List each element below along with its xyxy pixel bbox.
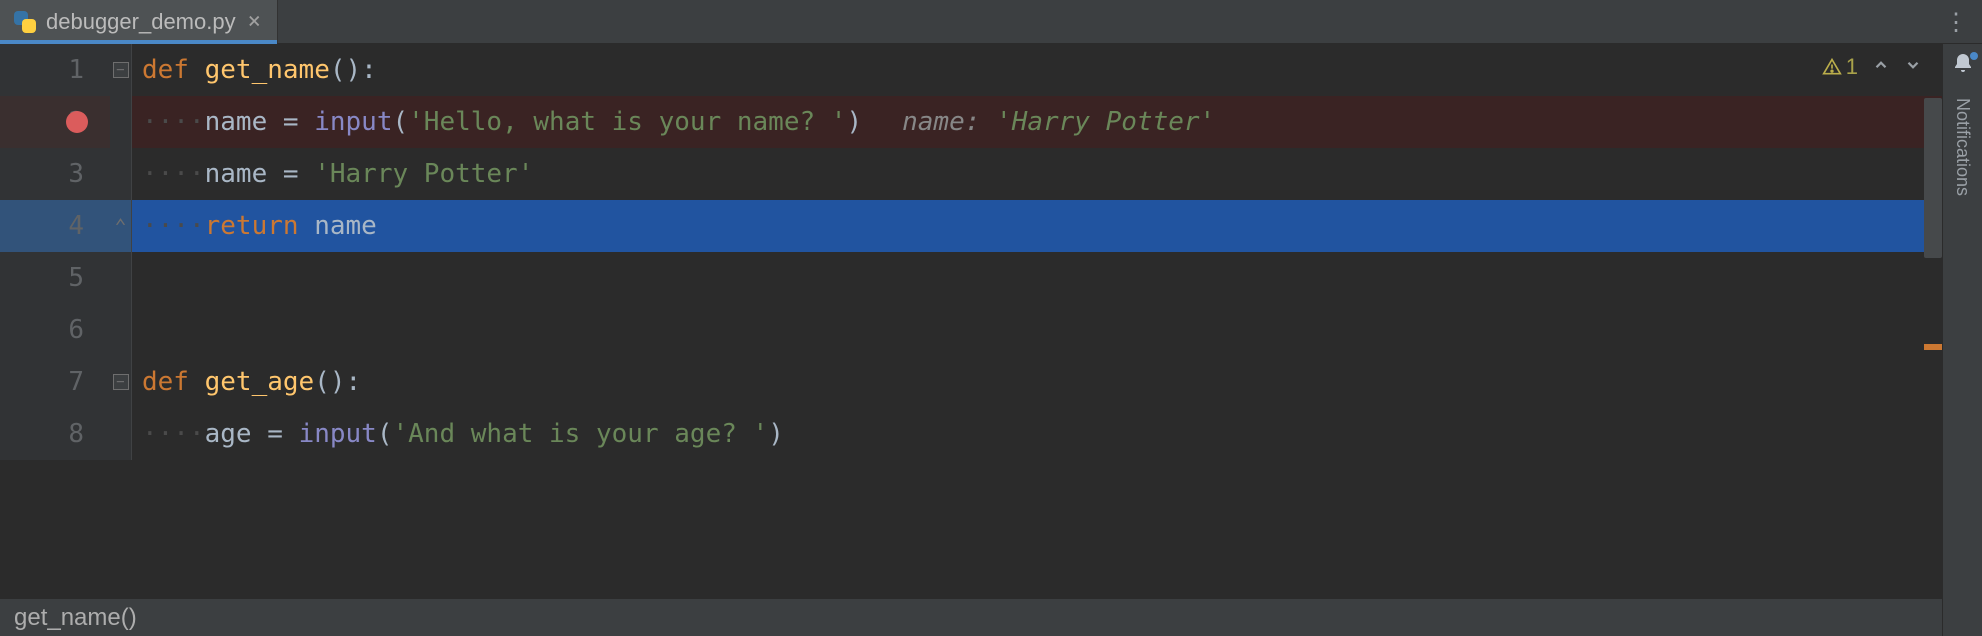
line-number-gutter[interactable]: 6: [0, 304, 110, 356]
breadcrumb-item[interactable]: get_name(): [14, 604, 137, 632]
code-line[interactable]: 7 −def get_age():: [0, 356, 1942, 408]
line-number: 3: [68, 159, 84, 189]
inline-debug-var-value: 'Harry Potter': [980, 107, 1215, 137]
fold-gutter[interactable]: [110, 96, 132, 148]
indent-guide: ····: [142, 419, 205, 449]
indent-guide: ····: [142, 107, 205, 137]
line-number-gutter[interactable]: 2: [0, 96, 110, 148]
code-content[interactable]: def get_age():: [132, 356, 1942, 408]
notifications-icon[interactable]: [1951, 52, 1975, 82]
code-content[interactable]: [132, 304, 1942, 356]
code-token: (: [377, 419, 393, 449]
code-token: ): [768, 419, 784, 449]
fold-gutter[interactable]: −: [110, 44, 132, 96]
line-number: 1: [68, 55, 84, 85]
tab-spacer: [278, 0, 1944, 43]
line-number: 5: [68, 263, 84, 293]
warning-count: 1: [1846, 54, 1858, 80]
tab-bar: debugger_demo.py × ⋮: [0, 0, 1982, 44]
close-tab-icon[interactable]: ×: [246, 9, 263, 34]
line-number-gutter[interactable]: 8: [0, 408, 110, 460]
code-token: ():: [314, 367, 361, 397]
code-token: =: [252, 419, 299, 449]
fold-gutter[interactable]: −: [110, 356, 132, 408]
breakpoint-icon[interactable]: [66, 111, 88, 133]
fold-end-icon: ⌃: [114, 214, 126, 238]
python-file-icon: [14, 11, 36, 33]
line-number-gutter[interactable]: 5: [0, 252, 110, 304]
next-highlight-icon[interactable]: [1904, 54, 1922, 80]
fold-gutter[interactable]: ⌃: [110, 200, 132, 252]
indent-guide: ····: [142, 211, 205, 241]
prev-highlight-icon[interactable]: [1872, 54, 1890, 80]
code-content[interactable]: ····age = input('And what is your age? '…: [132, 408, 1942, 460]
inline-debug-value[interactable]: name: 'Harry Potter': [902, 107, 1215, 137]
code-line[interactable]: 6: [0, 304, 1942, 356]
fold-collapse-icon[interactable]: −: [113, 62, 129, 78]
code-line[interactable]: 1 −def get_name():: [0, 44, 1942, 96]
code-token: 'And what is your age? ': [393, 419, 769, 449]
code-token: def: [142, 367, 205, 397]
scrollbar-thumb[interactable]: [1924, 98, 1942, 258]
breadcrumb-bar[interactable]: get_name(): [0, 598, 1942, 636]
code-line[interactable]: 3 ····name = 'Harry Potter': [0, 148, 1942, 200]
code-token: =: [267, 159, 314, 189]
code-token: name: [314, 211, 377, 241]
line-number-gutter[interactable]: 1: [0, 44, 110, 96]
code-token: input: [314, 107, 392, 137]
code-line[interactable]: 5: [0, 252, 1942, 304]
code-content[interactable]: ····name = input('Hello, what is your na…: [132, 96, 1942, 148]
code-token: ): [846, 107, 862, 137]
line-number: 8: [68, 419, 84, 449]
line-number: 7: [68, 367, 84, 397]
fold-gutter[interactable]: [110, 304, 132, 356]
line-number: 6: [68, 315, 84, 345]
code-token: 'Harry Potter': [314, 159, 533, 189]
code-token: get_name: [205, 55, 330, 85]
code-line[interactable]: 2 ····name = input('Hello, what is your n…: [0, 96, 1942, 148]
indent-guide: ····: [142, 159, 205, 189]
code-content[interactable]: ····name = 'Harry Potter': [132, 148, 1942, 200]
code-token: return: [205, 211, 315, 241]
warning-icon[interactable]: 1: [1822, 54, 1858, 80]
line-number-gutter[interactable]: 4: [0, 200, 110, 252]
code-token: ():: [330, 55, 377, 85]
fold-gutter[interactable]: [110, 408, 132, 460]
notification-dot-icon: [1970, 52, 1978, 60]
fold-collapse-icon[interactable]: −: [113, 374, 129, 390]
code-line[interactable]: 4⌃····return name: [0, 200, 1942, 252]
code-token: (: [393, 107, 409, 137]
code-line[interactable]: 8 ····age = input('And what is your age? …: [0, 408, 1942, 460]
inspection-summary[interactable]: 1: [1822, 54, 1922, 80]
code-token: name: [205, 107, 268, 137]
line-number: 4: [68, 211, 84, 241]
file-tab[interactable]: debugger_demo.py ×: [0, 0, 278, 43]
tab-actions-menu[interactable]: ⋮: [1944, 0, 1982, 43]
code-editor[interactable]: 1 1−def get_name():2····name = input('He…: [0, 44, 1942, 598]
main-area: 1 1−def get_name():2····name = input('He…: [0, 44, 1982, 636]
code-content[interactable]: ····return name: [132, 200, 1942, 252]
code-token: age: [205, 419, 252, 449]
right-tool-strip: Notifications: [1942, 44, 1982, 636]
code-token: get_age: [205, 367, 315, 397]
inline-debug-var-name: name:: [902, 107, 980, 137]
error-stripe-mark[interactable]: [1924, 344, 1942, 350]
code-token: input: [299, 419, 377, 449]
fold-gutter[interactable]: [110, 252, 132, 304]
code-token: 'Hello, what is your name? ': [408, 107, 846, 137]
notifications-tab-label[interactable]: Notifications: [1952, 98, 1973, 196]
code-token: def: [142, 55, 205, 85]
line-number-gutter[interactable]: 7: [0, 356, 110, 408]
fold-gutter[interactable]: [110, 148, 132, 200]
code-content[interactable]: [132, 252, 1942, 304]
file-tab-label: debugger_demo.py: [46, 9, 236, 35]
line-number-gutter[interactable]: 3: [0, 148, 110, 200]
code-token: =: [267, 107, 314, 137]
code-content[interactable]: def get_name():: [132, 44, 1942, 96]
code-token: name: [205, 159, 268, 189]
